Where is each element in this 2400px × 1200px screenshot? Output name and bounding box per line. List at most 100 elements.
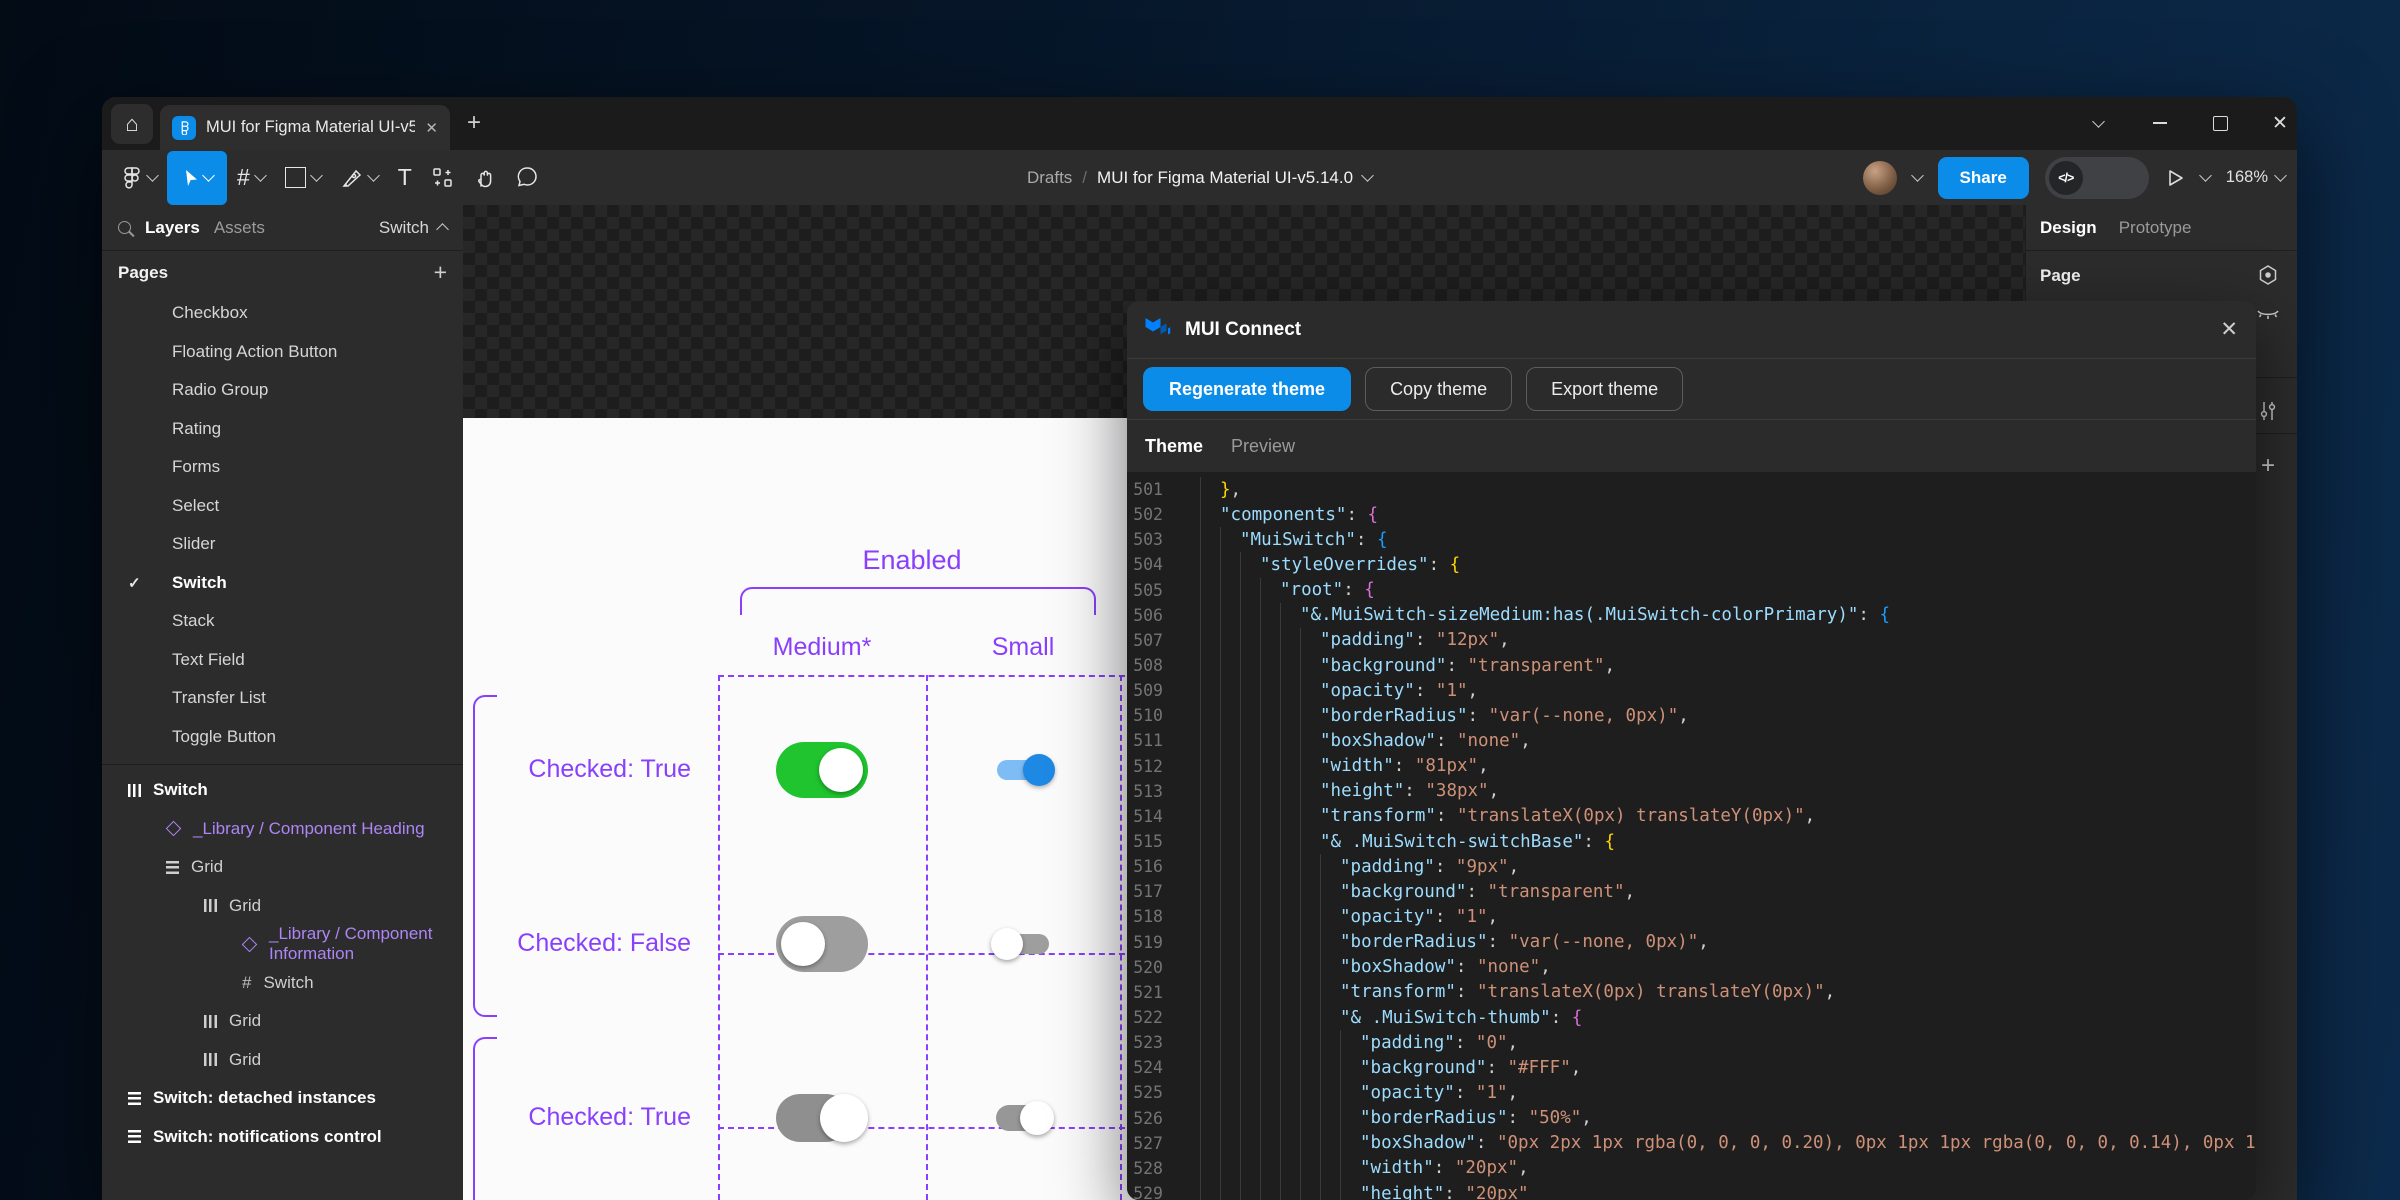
code-token: , [1488,907,1499,927]
window-close-button[interactable]: ✕ [2266,109,2294,137]
row-label: Checked: False [473,929,691,958]
code-line: 514"transform": "translateX(0px) transla… [1127,804,2256,829]
page-item-label: Slider [172,534,215,554]
page-item-label: Transfer List [172,688,266,708]
switch-small-checked-disabled[interactable] [992,1100,1054,1136]
tab-close-icon[interactable]: ✕ [425,119,438,137]
zoom-control[interactable]: 168% [2226,168,2285,187]
sliders-icon[interactable] [2255,398,2281,424]
code-token: "borderRadius" [1320,706,1468,726]
switch-medium-checked-disabled[interactable] [770,1090,874,1146]
page-item[interactable]: Stack [102,602,463,641]
line-number: 512 [1127,757,1178,776]
page-item[interactable]: Transfer List [102,679,463,718]
check-icon: ✓ [128,574,141,592]
row-label: Checked: True [473,1103,691,1132]
page-item[interactable]: Checkbox [102,294,463,333]
code-token: "0px 2px 1px rgba(0, 0, 0, 0.20), 0px 1p… [1497,1133,2256,1153]
new-tab-button[interactable]: + [467,109,481,137]
line-number: 528 [1127,1159,1178,1178]
export-theme-button[interactable]: Export theme [1526,367,1683,411]
layer-item[interactable]: Switch: notifications control [102,1118,463,1157]
present-play-icon[interactable] [2165,168,2185,188]
layer-item[interactable]: Switch [102,771,463,810]
page-selector[interactable]: Switch [379,218,447,238]
switch-small-unchecked[interactable] [991,927,1055,961]
page-item[interactable]: Toggle Button [102,718,463,757]
page-item[interactable]: ✓Switch [102,564,463,603]
pages-title: Pages [118,263,168,283]
window-minimize-button[interactable] [2146,109,2174,137]
code-token: } [1220,480,1231,500]
tab-prototype[interactable]: Prototype [2119,218,2192,238]
layer-item[interactable]: Grid [102,1041,463,1080]
switch-medium-checked[interactable] [776,742,868,798]
window-menu-chevron-icon[interactable] [2084,109,2112,137]
breadcrumb-filename[interactable]: MUI for Figma Material UI-v5.14.0 [1097,168,1353,188]
variables-icon[interactable] [2255,262,2281,288]
layer-item[interactable]: Grid [102,848,463,887]
layer-item[interactable]: _Library / Component Information [102,925,463,964]
layer-label: Switch: detached instances [153,1088,376,1108]
tab-theme[interactable]: Theme [1145,436,1203,457]
layer-item[interactable]: Grid [102,887,463,926]
present-chevron-icon[interactable] [2199,169,2212,182]
tab-assets[interactable]: Assets [214,218,265,238]
page-item[interactable]: Text Field [102,641,463,680]
page-item-label: Toggle Button [172,727,276,747]
layer-item[interactable]: #Switch [102,964,463,1003]
page-item[interactable]: Forms [102,448,463,487]
hidden-eye-icon[interactable] [2255,303,2281,329]
code-line: 518"opacity": "1", [1127,904,2256,929]
dev-mode-icon: </> [2049,161,2083,195]
code-token: "transform" [1320,806,1436,826]
group-bracket [740,587,1096,615]
add-page-button[interactable]: + [434,259,447,286]
dialog-title: MUI Connect [1185,319,1301,341]
search-icon[interactable] [118,221,131,234]
regenerate-theme-button[interactable]: Regenerate theme [1143,367,1351,411]
avatar[interactable] [1863,161,1897,195]
code-token: : [1508,1108,1529,1128]
page-item[interactable]: Rating [102,410,463,449]
home-button[interactable]: ⌂ [111,104,153,144]
dialog-close-icon[interactable]: ✕ [2220,317,2238,342]
line-number: 509 [1127,681,1178,700]
avatar-chevron-icon[interactable] [1911,169,1924,182]
add-export-icon[interactable]: + [2255,453,2281,479]
indent-guides [1200,854,1340,879]
tab-preview[interactable]: Preview [1231,436,1295,457]
dev-mode-toggle[interactable]: </> [2045,157,2149,199]
share-button[interactable]: Share [1938,157,2029,199]
layer-item[interactable]: Grid [102,1002,463,1041]
instance-icon [166,821,182,837]
page-item[interactable]: Floating Action Button [102,333,463,372]
toolbar: # T [102,150,2297,206]
share-label: Share [1960,168,2007,188]
copy-theme-button[interactable]: Copy theme [1365,367,1512,411]
indent-guides [1200,578,1280,603]
layer-item[interactable]: Switch: detached instances [102,1079,463,1118]
switch-medium-unchecked[interactable] [776,916,868,972]
tab-design[interactable]: Design [2040,218,2097,238]
page-item[interactable]: Radio Group [102,371,463,410]
breadcrumb-folder[interactable]: Drafts [1027,168,1072,188]
layer-label: Grid [229,1050,261,1070]
layer-item[interactable]: _Library / Component Heading [102,810,463,849]
code-token: "none" [1477,957,1540,977]
code-token: : [1394,756,1415,776]
indent-guides [1200,1005,1340,1030]
theme-code-editor[interactable]: 501},502"components": {503"MuiSwitch": {… [1127,472,2256,1200]
file-tab[interactable]: MUI for Figma Material UI-v5.14.0 ✕ [160,105,450,150]
rows-bracket [473,1037,497,1200]
page-item[interactable]: Slider [102,525,463,564]
page-item[interactable]: Select [102,487,463,526]
file-menu-chevron-icon[interactable] [1361,169,1374,182]
grid-line [1120,675,1122,1200]
window-maximize-button[interactable] [2206,109,2234,137]
code-token: "1" [1476,1083,1508,1103]
line-number: 527 [1127,1134,1178,1153]
code-token: : [1436,806,1457,826]
tab-layers[interactable]: Layers [145,218,200,238]
switch-small-checked[interactable] [991,753,1055,787]
